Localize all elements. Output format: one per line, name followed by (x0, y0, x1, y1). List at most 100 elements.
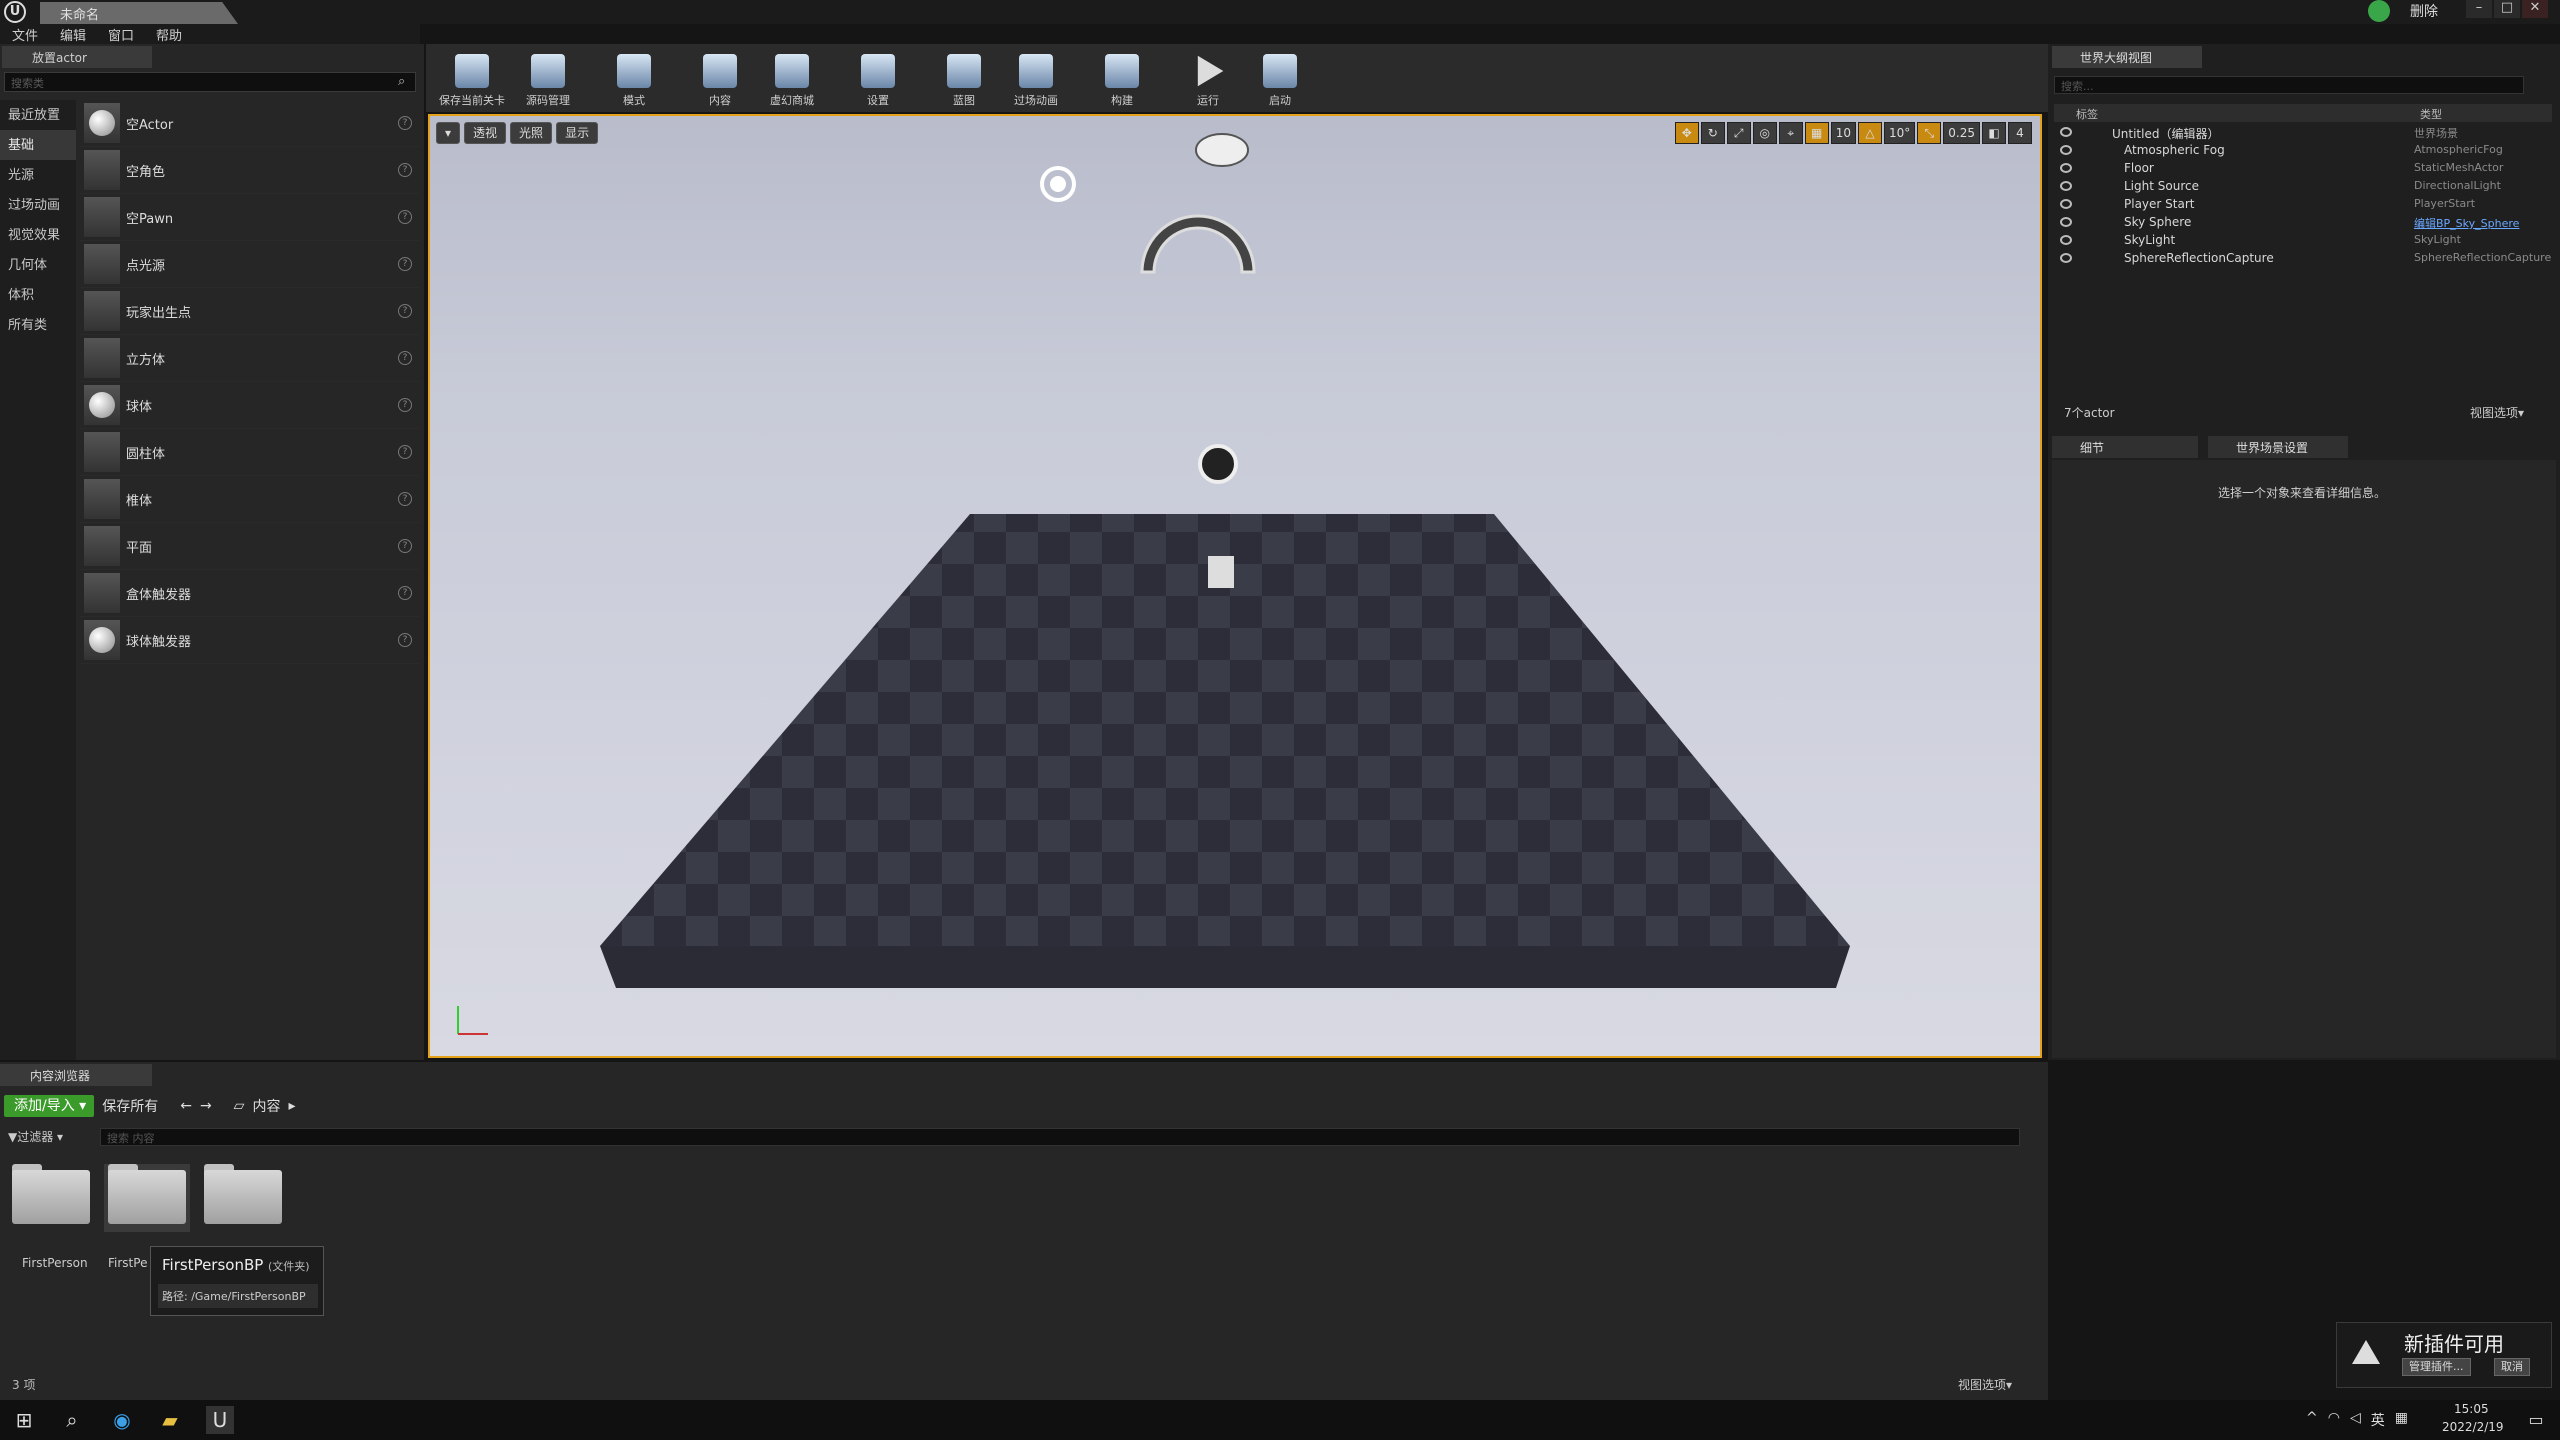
viewport-menu-button[interactable]: ▾ (436, 122, 461, 144)
rotation-snap-icon[interactable]: △ (1858, 122, 1882, 144)
category-cinematic[interactable]: 过场动画 (0, 190, 76, 220)
content-view-options-button[interactable]: 视图选项▾ (1958, 1376, 2012, 1393)
level-tab[interactable]: 未命名 (40, 2, 238, 24)
launch-button[interactable]: 启动 (1244, 44, 1316, 112)
help-icon[interactable]: ? (398, 633, 412, 647)
modes-button[interactable]: 模式 (598, 44, 670, 112)
outliner-search-input[interactable]: 搜索... (2054, 76, 2524, 94)
visibility-eye-icon[interactable] (2060, 127, 2072, 137)
path-chevron-icon[interactable]: ▸ (288, 1098, 295, 1114)
grid-snap-icon[interactable]: ▦ (1804, 122, 1829, 144)
category-recent[interactable]: 最近放置 (0, 100, 76, 130)
rotate-tool-icon[interactable]: ↻ (1700, 122, 1725, 144)
settings-button[interactable]: 设置 (842, 44, 914, 112)
notification-center-icon[interactable]: ▭ (2522, 1406, 2550, 1434)
actor-item-sphere[interactable]: 球体? (80, 382, 420, 429)
actor-item-empty-actor[interactable]: 空Actor? (80, 100, 420, 147)
class-search-input[interactable]: 搜索类 (4, 72, 416, 92)
grid-size-value[interactable]: 10 (1830, 122, 1856, 144)
forward-arrow-icon[interactable]: → (200, 1098, 212, 1114)
outliner-row[interactable]: Atmospheric Fog AtmosphericFog (2054, 142, 2552, 160)
marketplace-button[interactable]: 虚幻商城 (756, 44, 828, 112)
visibility-eye-icon[interactable] (2060, 217, 2072, 227)
search-icon[interactable]: ⌕ (58, 1406, 86, 1434)
tab-details[interactable]: 细节 (2052, 436, 2198, 458)
ime-icon[interactable]: ▦ (2395, 1410, 2408, 1430)
show-button[interactable]: 显示 (556, 122, 599, 144)
category-geometry[interactable]: 几何体 (0, 250, 76, 280)
cinematics-button[interactable]: 过场动画 (1000, 44, 1072, 112)
actor-item-point-light[interactable]: 点光源? (80, 241, 420, 288)
maximize-button[interactable]: □ (2494, 0, 2520, 18)
lit-button[interactable]: 光照 (510, 122, 553, 144)
network-icon[interactable]: ◠ (2328, 1410, 2340, 1430)
help-icon[interactable]: ? (398, 351, 412, 365)
help-icon[interactable]: ? (398, 304, 412, 318)
build-button[interactable]: 构建 (1086, 44, 1158, 112)
edge-browser-icon[interactable]: ◉ (108, 1406, 136, 1434)
filter-button[interactable]: ▼过滤器 ▾ (8, 1128, 63, 1145)
folder-item[interactable] (104, 1164, 190, 1232)
play-button[interactable]: 运行 (1172, 44, 1244, 112)
windows-start-icon[interactable]: ⊞ (10, 1406, 38, 1434)
visibility-eye-icon[interactable] (2060, 235, 2072, 245)
save-level-button[interactable]: 保存当前关卡 (432, 44, 512, 112)
input-language[interactable]: 英 (2371, 1410, 2385, 1430)
actor-item-plane[interactable]: 平面? (80, 523, 420, 570)
back-arrow-icon[interactable]: ← (180, 1098, 192, 1114)
outliner-row[interactable]: SphereReflectionCapture SphereReflectionC… (2054, 250, 2552, 268)
surface-snap-icon[interactable]: ⌖ (1778, 122, 1803, 144)
visibility-eye-icon[interactable] (2060, 199, 2072, 209)
folder-item[interactable] (200, 1164, 286, 1232)
help-icon[interactable]: ? (398, 210, 412, 224)
visibility-eye-icon[interactable] (2060, 181, 2072, 191)
perspective-button[interactable]: 透视 (464, 122, 507, 144)
tab-world-settings[interactable]: 世界场景设置 (2208, 436, 2348, 458)
actor-item-empty-pawn[interactable]: 空Pawn? (80, 194, 420, 241)
rotation-snap-value[interactable]: 10° (1884, 122, 1916, 144)
content-browser-tab[interactable]: 内容浏览器 (0, 1064, 152, 1086)
menu-edit[interactable]: 编辑 (60, 25, 86, 44)
folder-item[interactable] (8, 1164, 94, 1232)
outliner-row[interactable]: SkyLight SkyLight (2054, 232, 2552, 250)
world-local-icon[interactable]: ◎ (1752, 122, 1777, 144)
category-lights[interactable]: 光源 (0, 160, 76, 190)
help-icon[interactable]: ? (398, 398, 412, 412)
help-icon[interactable]: ? (398, 586, 412, 600)
actor-item-player-start[interactable]: 玩家出生点? (80, 288, 420, 335)
category-basic[interactable]: 基础 (0, 130, 76, 160)
actor-item-box-trigger[interactable]: 盒体触发器? (80, 570, 420, 617)
scale-snap-icon[interactable]: ⤡ (1917, 122, 1942, 144)
cancel-button[interactable]: 取消 (2494, 1358, 2530, 1376)
edit-sky-sphere-link[interactable]: 编辑BP_Sky_Sphere (2414, 215, 2519, 231)
volume-icon[interactable]: ◁ (2350, 1410, 2361, 1430)
add-import-button[interactable]: 添加/导入 ▾ (4, 1095, 95, 1117)
help-icon[interactable]: ? (398, 445, 412, 459)
close-button[interactable]: ✕ (2522, 0, 2548, 18)
category-all-classes[interactable]: 所有类 (0, 310, 76, 340)
place-actor-tab[interactable]: 放置actor (2, 46, 152, 68)
help-icon[interactable]: ? (398, 257, 412, 271)
category-volumes[interactable]: 体积 (0, 280, 76, 310)
help-icon[interactable]: ? (398, 539, 412, 553)
camera-speed-value[interactable]: 4 (2008, 122, 2032, 144)
unreal-taskbar-icon[interactable]: U (206, 1406, 234, 1434)
outliner-row[interactable]: Player Start PlayerStart (2054, 196, 2552, 214)
actor-item-cylinder[interactable]: 圆柱体? (80, 429, 420, 476)
blueprints-button[interactable]: 蓝图 (928, 44, 1000, 112)
file-explorer-icon[interactable]: ▰ (156, 1406, 184, 1434)
menu-help[interactable]: 帮助 (156, 25, 182, 44)
type-column-header[interactable]: 类型 (2420, 106, 2442, 122)
manage-plugins-button[interactable]: 管理插件... (2402, 1358, 2471, 1376)
help-icon[interactable]: ? (398, 492, 412, 506)
scale-snap-value[interactable]: 0.25 (1943, 122, 1980, 144)
label-column-header[interactable]: 标签 (2076, 106, 2098, 122)
camera-speed-icon[interactable]: ◧ (1982, 122, 2006, 144)
actor-item-cube[interactable]: 立方体? (80, 335, 420, 382)
clock-time[interactable]: 15:05 (2454, 1402, 2489, 1416)
outliner-row[interactable]: Untitled（编辑器） 世界场景 (2054, 124, 2552, 142)
outliner-row[interactable]: Light Source DirectionalLight (2054, 178, 2552, 196)
scale-tool-icon[interactable]: ⤢ (1726, 122, 1751, 144)
outliner-row[interactable]: Sky Sphere 编辑BP_Sky_Sphere (2054, 214, 2552, 232)
clock-date[interactable]: 2022/2/19 (2442, 1420, 2504, 1434)
